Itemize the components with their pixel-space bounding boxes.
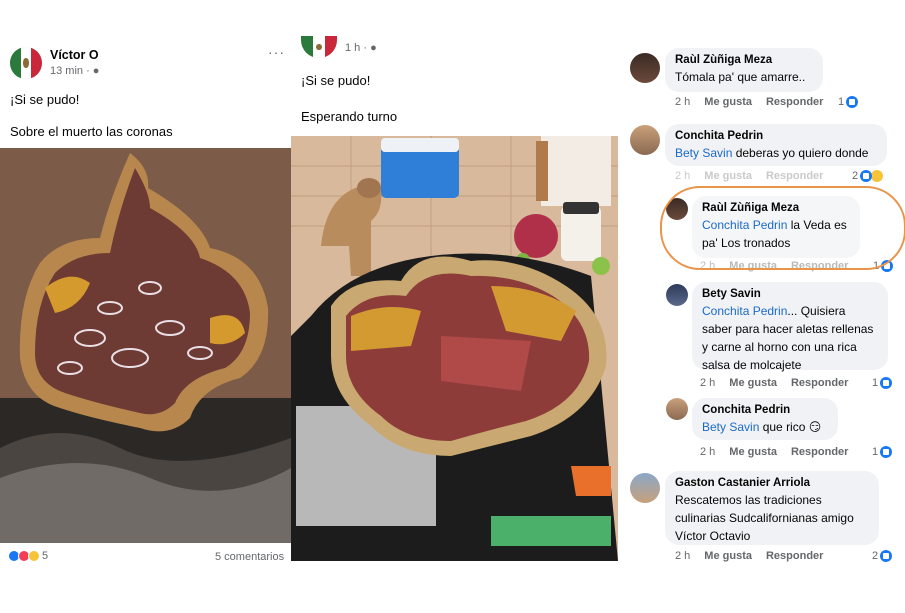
commenter-avatar[interactable] [630, 473, 660, 503]
comment-text: Rescatemos las tradiciones culinarias Su… [675, 493, 854, 543]
reply-button[interactable]: Responder [791, 260, 848, 272]
comment-reaction-count[interactable]: 1 [873, 260, 894, 272]
like-button[interactable]: Me gusta [729, 446, 777, 458]
comment-reaction-count[interactable]: 1 [838, 96, 859, 108]
reply-button[interactable]: Responder [766, 96, 823, 108]
commenter-avatar[interactable] [666, 284, 688, 306]
comments-panel: Raùl Zùñiga Meza Tómala pa' que amarre..… [620, 40, 905, 570]
post-line-1: ¡Si se pudo! [301, 73, 371, 88]
comment-actions: 2 h Me gusta Responder [700, 446, 849, 458]
post-photo-turtle-shell[interactable] [0, 148, 291, 543]
like-icon [860, 170, 873, 182]
post-line-1: ¡Si se pudo! [10, 92, 80, 107]
reply-button[interactable]: Responder [766, 550, 823, 562]
comment-text: Conchita Pedrin... Quisiera saber para h… [702, 304, 874, 372]
comment-actions: 2 h Me gusta Responder [700, 260, 849, 272]
reaction-summary[interactable]: 5 [8, 550, 48, 562]
comment-actions: 2 h Me gusta Responder [675, 170, 824, 182]
comment-bubble: Gaston Castanier Arriola Rescatemos las … [665, 471, 879, 545]
like-icon [881, 260, 894, 272]
comment-bubble: Conchita Pedrin Bety Savin que rico 😏 [692, 398, 838, 440]
author-name[interactable]: Víctor O [50, 48, 99, 62]
like-icon [880, 446, 893, 458]
like-icon [880, 377, 893, 389]
comment-text: Tómala pa' que amarre.. [675, 70, 806, 84]
post-middle: 1 h · ● ¡Si se pudo! Esperando turno [291, 36, 618, 561]
post-line-2: Sobre el muerto las coronas [10, 124, 173, 139]
comment-bubble: Bety Savin Conchita Pedrin... Quisiera s… [692, 282, 888, 372]
comment-bubble: Conchita Pedrin Bety Savin deberas yo qu… [665, 124, 887, 166]
comment-actions: 2 h Me gusta Responder [675, 96, 824, 108]
comment-actions: 2 h Me gusta Responder [675, 550, 824, 562]
comments-count-link[interactable]: 5 comentarios [215, 551, 284, 563]
like-button[interactable]: Me gusta [704, 96, 752, 108]
globe-icon: ● [370, 42, 377, 54]
like-button[interactable]: Me gusta [704, 170, 752, 182]
mention-link[interactable]: Conchita Pedrin [702, 304, 787, 318]
commenter-avatar[interactable] [630, 53, 660, 83]
reply-button[interactable]: Responder [791, 377, 848, 389]
commenter-avatar[interactable] [666, 198, 688, 220]
like-button[interactable]: Me gusta [729, 377, 777, 389]
comment-bubble: Raùl Zùñiga Meza Conchita Pedrin la Veda… [692, 196, 860, 258]
more-options-icon[interactable]: ··· [268, 44, 285, 60]
reply-button[interactable]: Responder [766, 170, 823, 182]
post-time: 1 h · ● [345, 42, 377, 54]
comment-reaction-count[interactable]: 1 [872, 446, 893, 458]
comment-reaction-count[interactable]: 2 [872, 550, 893, 562]
commenter-avatar[interactable] [666, 398, 688, 420]
commenter-avatar[interactable] [630, 125, 660, 155]
mention-link[interactable]: Bety Savin [702, 420, 759, 434]
comment-reaction-count[interactable]: 1 [872, 377, 893, 389]
reply-button[interactable]: Responder [791, 446, 848, 458]
post-line-2: Esperando turno [301, 109, 398, 124]
commenter-name[interactable]: Raùl Zùñiga Meza [675, 54, 813, 66]
author-avatar[interactable] [10, 47, 42, 79]
comment-text: Bety Savin que rico 😏 [702, 420, 822, 434]
mention-link[interactable]: Conchita Pedrin [702, 218, 787, 232]
commenter-name[interactable]: Raùl Zùñiga Meza [702, 202, 850, 214]
mention-link[interactable]: Bety Savin [675, 146, 732, 160]
like-icon [846, 96, 859, 108]
author-avatar[interactable] [301, 36, 337, 58]
haha-reaction-icon [28, 550, 40, 562]
post-time: 13 min · ● [50, 65, 100, 77]
post-photo-dog-and-shell[interactable] [291, 136, 618, 561]
like-icon [880, 550, 893, 562]
comment-text: Bety Savin deberas yo quiero donde [675, 146, 869, 160]
comment-reaction-count[interactable]: 2 [852, 170, 884, 182]
like-button[interactable]: Me gusta [729, 260, 777, 272]
commenter-name[interactable]: Gaston Castanier Arriola [675, 477, 869, 489]
post-left: Víctor O 13 min · ● ··· ¡Si se pudo! Sob… [0, 42, 291, 567]
commenter-name[interactable]: Conchita Pedrin [702, 404, 828, 416]
commenter-name[interactable]: Conchita Pedrin [675, 130, 877, 142]
comment-text: Conchita Pedrin la Veda es pa' Los trona… [702, 218, 847, 250]
commenter-name[interactable]: Bety Savin [702, 288, 878, 300]
comment-bubble: Raùl Zùñiga Meza Tómala pa' que amarre.. [665, 48, 823, 92]
globe-icon: ● [92, 65, 100, 77]
like-button[interactable]: Me gusta [704, 550, 752, 562]
comment-actions: 2 h Me gusta Responder [700, 377, 849, 389]
haha-icon [871, 170, 884, 182]
